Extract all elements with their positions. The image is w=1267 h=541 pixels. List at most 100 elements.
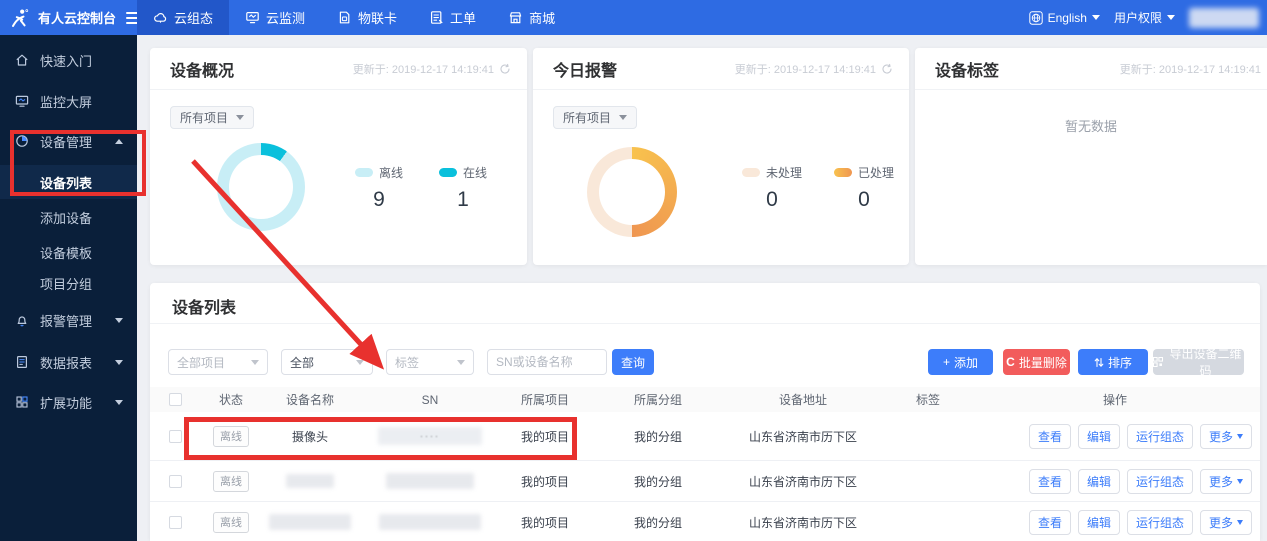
card-title: 设备标签	[935, 57, 999, 81]
table-row: 离线 我的项目 我的分组 山东省济南市历下区 查看 编辑 运行组态 更多	[150, 461, 1260, 502]
sidebar-item-project-group[interactable]: 项目分组	[0, 268, 137, 298]
username-redacted[interactable]	[1189, 8, 1259, 28]
chevron-down-icon	[1237, 479, 1243, 484]
donut-legend: 离线 9 在线 1	[355, 164, 487, 212]
sim-card-icon	[337, 10, 352, 25]
sidebar-item-extensions[interactable]: 扩展功能	[0, 387, 137, 417]
project-select[interactable]: 全部项目	[168, 349, 268, 375]
apps-icon	[15, 395, 29, 409]
batch-delete-button[interactable]: C 批量删除	[1003, 349, 1070, 375]
today-alarms-card: 今日报警 更新于: 2019-12-17 14:19:41 所有项目 未处理 0…	[533, 48, 909, 265]
unhandled-swatch	[742, 168, 760, 177]
col-device-name: 设备名称	[262, 391, 358, 408]
plus-icon: +	[943, 355, 950, 369]
col-group: 所属分组	[588, 391, 728, 408]
sidebar-item-label: 设备管理	[40, 132, 92, 151]
project-filter-dropdown[interactable]: 所有项目	[553, 106, 637, 129]
card-title: 今日报警	[553, 57, 617, 81]
tab-mall[interactable]: 商城	[492, 0, 571, 35]
legend-unhandled: 未处理 0	[742, 164, 802, 212]
device-sn-redacted	[358, 473, 502, 489]
run-scada-button[interactable]: 运行组态	[1127, 469, 1193, 494]
topbar: 有人云控制台 云组态 云监测 物联卡 工单 商城	[0, 0, 1267, 35]
row-checkbox[interactable]	[169, 430, 182, 443]
edit-button[interactable]: 编辑	[1078, 510, 1120, 535]
view-button[interactable]: 查看	[1029, 424, 1071, 449]
card-updated: 更新于: 2019-12-17 14:19:41	[1120, 61, 1261, 77]
chevron-down-icon	[457, 360, 465, 365]
sort-button[interactable]: 排序	[1078, 349, 1148, 375]
device-list-panel: 设备列表 全部项目 全部 标签 查询 + 添加 C 批量删除	[150, 283, 1260, 541]
col-actions: 操作	[978, 391, 1260, 408]
chevron-down-icon	[356, 360, 364, 365]
chevron-down-icon	[1167, 15, 1175, 20]
status-badge: 离线	[213, 471, 249, 492]
query-button[interactable]: 查询	[612, 349, 654, 375]
chevron-down-icon	[236, 115, 244, 120]
select-all-checkbox[interactable]	[169, 393, 182, 406]
edit-button[interactable]: 编辑	[1078, 424, 1120, 449]
sidebar-item-monitor-screen[interactable]: 监控大屏	[0, 86, 137, 116]
chevron-down-icon	[1237, 520, 1243, 525]
updated-text: 更新于: 2019-12-17 14:19:41	[353, 61, 494, 77]
refresh-icon[interactable]	[881, 63, 893, 75]
sidebar-item-alarm-management[interactable]: 报警管理	[0, 305, 137, 335]
updated-text: 更新于: 2019-12-17 14:19:41	[1120, 61, 1261, 77]
handled-swatch	[834, 168, 852, 177]
language-switcher[interactable]: English	[1029, 11, 1100, 25]
col-tag: 标签	[878, 391, 978, 408]
row-checkbox[interactable]	[169, 516, 182, 529]
sidebar-item-label: 设备模板	[40, 243, 92, 262]
offline-count: 9	[355, 188, 403, 212]
more-button[interactable]: 更多	[1200, 469, 1252, 494]
search-input[interactable]	[487, 349, 607, 375]
sidebar-item-device-management[interactable]: 设备管理	[0, 126, 137, 156]
screen-icon	[15, 94, 29, 108]
legend-label: 未处理	[766, 164, 802, 181]
scope-select[interactable]: 全部	[281, 349, 373, 375]
top-nav: 云组态 云监测 物联卡 工单 商城	[137, 0, 571, 35]
sidebar-item-add-device[interactable]: 添加设备	[0, 202, 137, 232]
online-swatch	[439, 168, 457, 177]
tag-select[interactable]: 标签	[386, 349, 474, 375]
sidebar-item-device-template[interactable]: 设备模板	[0, 237, 137, 267]
view-button[interactable]: 查看	[1029, 469, 1071, 494]
run-scada-button[interactable]: 运行组态	[1127, 424, 1193, 449]
more-button[interactable]: 更多	[1200, 424, 1252, 449]
tab-iot-sim[interactable]: 物联卡	[321, 0, 413, 35]
table-row: 离线 摄像头 ···· 我的项目 我的分组 山东省济南市历下区 查看 编辑 运行…	[150, 412, 1260, 461]
donut-legend: 未处理 0 已处理 0	[742, 164, 894, 212]
project-filter-dropdown[interactable]: 所有项目	[170, 106, 254, 129]
device-status-donut-chart	[217, 143, 305, 231]
online-count: 1	[439, 188, 487, 212]
select-value: 全部	[290, 354, 314, 371]
add-device-button[interactable]: + 添加	[928, 349, 993, 375]
tab-label: 商城	[529, 8, 555, 27]
sidebar-item-label: 监控大屏	[40, 92, 92, 111]
device-address: 山东省济南市历下区	[728, 428, 878, 445]
row-checkbox[interactable]	[169, 475, 182, 488]
chevron-down-icon	[251, 360, 259, 365]
col-status: 状态	[200, 391, 262, 408]
edit-button[interactable]: 编辑	[1078, 469, 1120, 494]
device-project: 我的项目	[502, 428, 588, 445]
sidebar-item-quick-start[interactable]: 快速入门	[0, 45, 137, 75]
user-permissions-menu[interactable]: 用户权限	[1114, 9, 1175, 26]
sidebar-item-data-reports[interactable]: 数据报表	[0, 347, 137, 377]
sort-icon	[1094, 357, 1104, 368]
chevron-down-icon	[115, 400, 123, 405]
chevron-down-icon	[115, 318, 123, 323]
divider	[150, 323, 1260, 324]
brand[interactable]: 有人云控制台	[0, 8, 137, 28]
tab-work-order[interactable]: 工单	[413, 0, 492, 35]
tab-cloud-monitor[interactable]: 云监测	[229, 0, 321, 35]
refresh-c-icon: C	[1006, 355, 1015, 369]
bell-icon	[15, 313, 29, 327]
more-button[interactable]: 更多	[1200, 510, 1252, 535]
refresh-icon[interactable]	[499, 63, 511, 75]
sidebar-item-label: 扩展功能	[40, 393, 92, 412]
run-scada-button[interactable]: 运行组态	[1127, 510, 1193, 535]
sidebar-item-device-list[interactable]: 设备列表	[0, 165, 137, 199]
view-button[interactable]: 查看	[1029, 510, 1071, 535]
tab-cloud-scada[interactable]: 云组态	[137, 0, 229, 35]
